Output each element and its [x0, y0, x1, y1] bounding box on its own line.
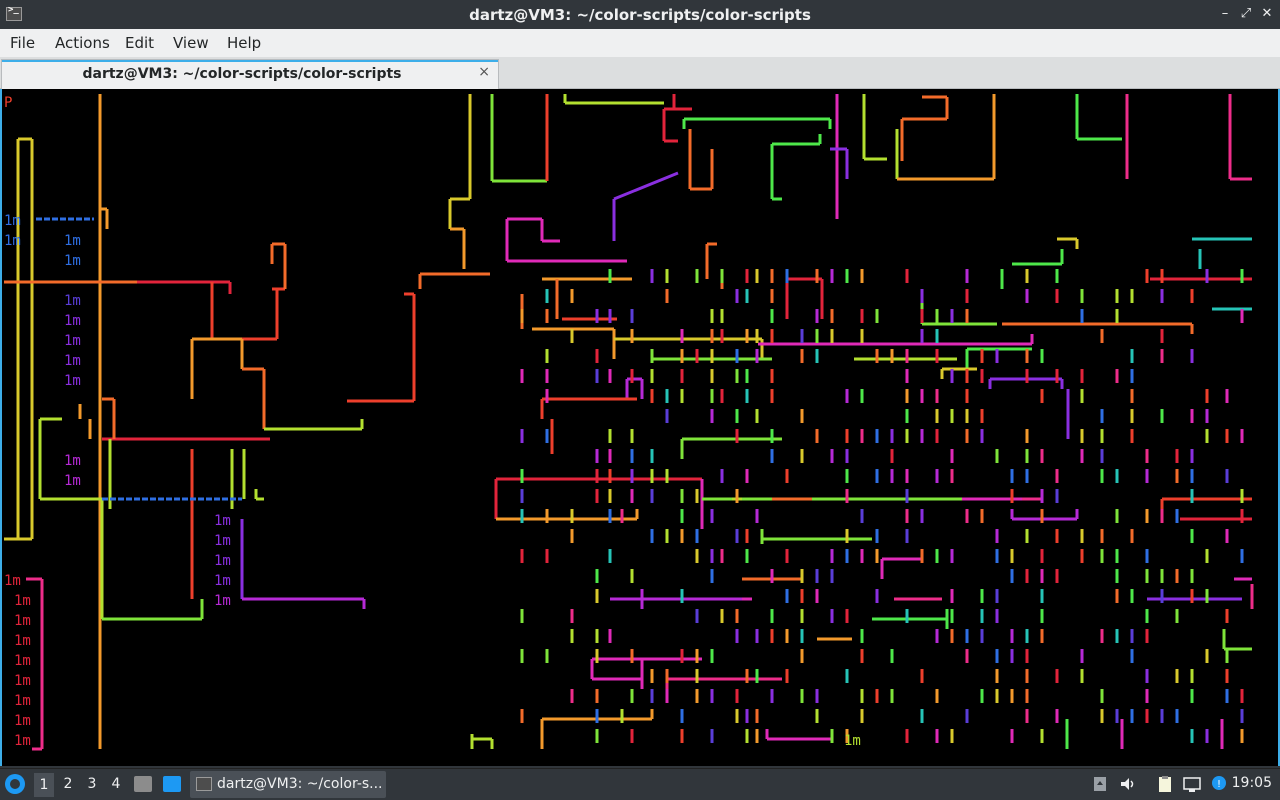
glyph-1m: 1m: [214, 573, 231, 589]
workspace-4[interactable]: 4: [106, 776, 126, 792]
terminal-view[interactable]: P 1m 1m 1m 1m 1m 1m 1m 1m 1m 1m 1m 1m 1m…: [0, 89, 1280, 766]
file-manager-icon[interactable]: [134, 776, 152, 792]
terminal-tab[interactable]: dartz@VM3: ~/color-scripts/color-scripts…: [1, 59, 499, 89]
task-label: dartz@VM3: ~/color-s...: [217, 776, 383, 792]
clock: 19:05: [1231, 775, 1272, 791]
glyph-1m: 1m: [14, 713, 31, 729]
glyph-1m: 1m: [214, 553, 231, 569]
network-icon[interactable]: [1183, 775, 1201, 793]
glyph-1m: 1m: [14, 653, 31, 669]
workspace-3[interactable]: 3: [82, 776, 102, 792]
glyph-1m: 1m: [4, 233, 21, 249]
pipe-segment: [613, 171, 679, 201]
glyph-1m: 1m: [14, 673, 31, 689]
volume-icon[interactable]: [1119, 775, 1137, 793]
menu-bar: File Actions Edit View Help: [0, 29, 1280, 57]
clipboard-icon[interactable]: [1156, 775, 1174, 793]
glyph-1m: 1m: [214, 513, 231, 529]
glyph-1m: 1m: [14, 633, 31, 649]
pipes-animation: [4, 94, 1254, 751]
notification-icon[interactable]: !: [1210, 775, 1228, 793]
window-title: dartz@VM3: ~/color-scripts/color-scripts: [469, 6, 811, 24]
start-menu-icon[interactable]: [5, 774, 25, 794]
menu-view[interactable]: View: [173, 34, 209, 52]
glyph-1m: 1m: [14, 693, 31, 709]
glyph-1m: 1m: [844, 733, 861, 749]
glyph-1m: 1m: [64, 353, 81, 369]
glyph-1m: 1m: [64, 333, 81, 349]
glyph-1m: 1m: [64, 293, 81, 309]
glyph-1m: 1m: [14, 733, 31, 749]
terminal-icon: [196, 777, 212, 791]
taskbar-terminal-task[interactable]: dartz@VM3: ~/color-s...: [190, 771, 386, 798]
glyph-1m: 1m: [214, 593, 231, 609]
glyph-1m: 1m: [64, 473, 81, 489]
glyph-1m: 1m: [64, 453, 81, 469]
prompt-fragment: P: [4, 95, 13, 111]
glyph-1m: 1m: [214, 533, 231, 549]
tab-close-icon[interactable]: ×: [478, 64, 490, 80]
glyph-1m: 1m: [4, 573, 21, 589]
menu-edit[interactable]: Edit: [125, 34, 154, 52]
minimize-button[interactable]: –: [1216, 5, 1234, 23]
trash-icon[interactable]: [1091, 775, 1109, 793]
glyph-1m: 1m: [64, 233, 81, 249]
glyph-1m: 1m: [14, 593, 31, 609]
workspace-1[interactable]: 1: [34, 773, 54, 797]
glyph-1m: 1m: [14, 613, 31, 629]
menu-actions[interactable]: Actions: [55, 34, 110, 52]
restore-button[interactable]: ⤢: [1237, 5, 1255, 23]
tab-bar: dartz@VM3: ~/color-scripts/color-scripts…: [0, 57, 1280, 89]
glyph-1m: 1m: [64, 253, 81, 269]
glyph-1m: 1m: [64, 373, 81, 389]
show-desktop-icon[interactable]: [163, 776, 181, 792]
svg-text:!: !: [1217, 779, 1221, 790]
workspace-2[interactable]: 2: [58, 776, 78, 792]
taskbar: 1 2 3 4 dartz@VM3: ~/color-s... ! 19:05: [0, 768, 1280, 800]
glyph-1m: 1m: [4, 213, 21, 229]
title-bar: dartz@VM3: ~/color-scripts/color-scripts…: [0, 0, 1280, 29]
menu-file[interactable]: File: [10, 34, 35, 52]
menu-help[interactable]: Help: [227, 34, 261, 52]
glyph-1m: 1m: [64, 313, 81, 329]
close-button[interactable]: ✕: [1258, 5, 1276, 23]
tab-label: dartz@VM3: ~/color-scripts/color-scripts: [82, 66, 402, 82]
